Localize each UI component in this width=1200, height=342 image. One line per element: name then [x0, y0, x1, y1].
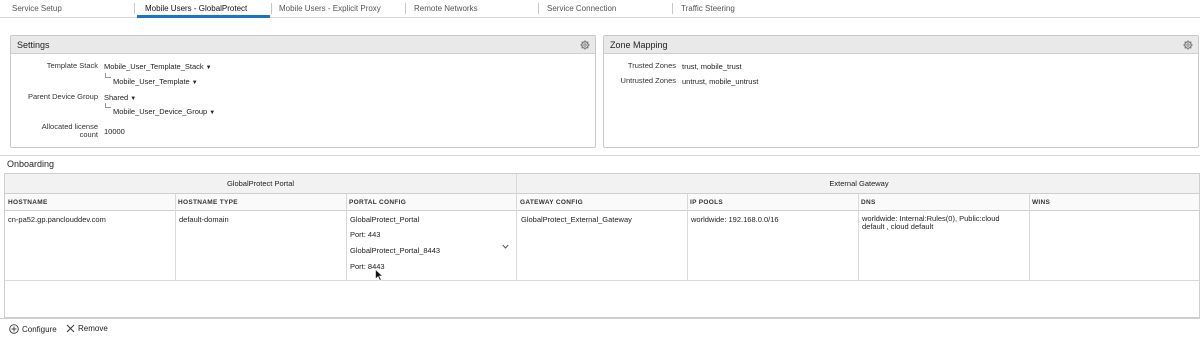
- ip-pools-value: worldwide: 192.168.0.0/16: [691, 215, 779, 224]
- col-portal-config[interactable]: PORTAL CONFIG: [346, 194, 516, 211]
- active-tab-indicator: [137, 15, 270, 18]
- tab-mobile-users-globalprotect[interactable]: Mobile Users - GlobalProtect: [145, 4, 247, 13]
- parent-device-group-value[interactable]: Shared ▼: [104, 93, 136, 102]
- settings-title: Settings: [17, 40, 50, 50]
- untrusted-zones-value: untrust, mobile_untrust: [682, 77, 759, 86]
- group-external-gateway: External Gateway: [829, 179, 889, 188]
- tab-traffic-steering[interactable]: Traffic Steering: [681, 4, 735, 13]
- gear-icon[interactable]: [1183, 40, 1193, 50]
- col-gateway-config[interactable]: GATEWAY CONFIG: [517, 194, 687, 211]
- table-group-header: GlobalProtect Portal External Gateway: [5, 174, 1199, 194]
- table-header: HOSTNAME HOSTNAME TYPE PORTAL CONFIG GAT…: [5, 194, 1199, 211]
- tree-connector: [105, 73, 111, 78]
- untrusted-zones-label: Untrusted Zones: [620, 76, 676, 85]
- settings-panel: Settings Template Stack Mobile_User_Temp…: [10, 35, 596, 148]
- close-icon: [66, 324, 75, 333]
- chevron-down-icon: ▼: [130, 96, 137, 102]
- template-value[interactable]: Mobile_User_Template ▼: [113, 77, 198, 86]
- onboarding-table: GlobalProtect Portal External Gateway HO…: [4, 173, 1200, 318]
- tab-separator: [538, 3, 539, 14]
- trusted-zones-label: Trusted Zones: [627, 61, 676, 70]
- portal-config-link[interactable]: GlobalProtect_Portal: [350, 215, 419, 224]
- tab-separator: [405, 3, 406, 14]
- chevron-down-icon[interactable]: [502, 244, 509, 249]
- tab-bar: Service Setup Mobile Users - GlobalProte…: [0, 0, 1200, 18]
- remove-button[interactable]: Remove: [66, 324, 108, 333]
- col-dns[interactable]: DNS: [858, 194, 1029, 211]
- tree-connector: [105, 103, 111, 108]
- settings-header: Settings: [11, 36, 595, 54]
- zone-mapping-title: Zone Mapping: [610, 40, 668, 50]
- col-ip-pools[interactable]: IP POOLS: [687, 194, 858, 211]
- hostname-type-value: default-domain: [179, 215, 229, 224]
- zone-mapping-panel: Zone Mapping Trusted Zones trust, mobile…: [603, 35, 1199, 148]
- chevron-down-icon: ▼: [205, 65, 212, 71]
- parent-device-group-label: Parent Device Group: [27, 92, 98, 101]
- tab-separator: [134, 3, 135, 14]
- section-divider: [0, 155, 1200, 156]
- allocated-license-value: 10000: [104, 127, 125, 136]
- dns-value: worldwide: Internal:Rules(0), Public:clo…: [862, 214, 1000, 231]
- chevron-down-icon: ▼: [191, 80, 198, 86]
- onboarding-title: Onboarding: [7, 159, 55, 169]
- cursor-icon: [375, 269, 383, 281]
- col-hostname[interactable]: HOSTNAME: [5, 194, 175, 211]
- device-group-value[interactable]: Mobile_User_Device_Group ▼: [113, 107, 215, 116]
- tab-remote-networks[interactable]: Remote Networks: [414, 4, 478, 13]
- col-hostname-type[interactable]: HOSTNAME TYPE: [175, 194, 346, 211]
- allocated-license-label: Allocated license count: [41, 122, 98, 139]
- tab-service-connection[interactable]: Service Connection: [547, 4, 616, 13]
- chevron-down-icon: ▼: [209, 110, 216, 116]
- tab-separator: [271, 3, 272, 14]
- tab-separator: [672, 3, 673, 14]
- zone-mapping-header: Zone Mapping: [604, 36, 1198, 54]
- gateway-config-link[interactable]: GlobalProtect_External_Gateway: [521, 215, 632, 224]
- group-globalprotect-portal: GlobalProtect Portal: [226, 179, 295, 188]
- add-circle-icon: [9, 324, 19, 334]
- table-row[interactable]: cn-pa52.gp.panclouddev.com default-domai…: [5, 211, 1199, 281]
- gear-icon[interactable]: [580, 40, 590, 50]
- footer-toolbar: Configure Remove: [0, 318, 1200, 342]
- configure-button[interactable]: Configure: [9, 324, 57, 334]
- tab-service-setup[interactable]: Service Setup: [12, 4, 62, 13]
- template-stack-label: Template Stack: [46, 61, 98, 70]
- portal-config-link[interactable]: GlobalProtect_Portal_8443: [350, 246, 440, 255]
- col-wins[interactable]: WINS: [1029, 194, 1199, 211]
- tab-mobile-users-explicit-proxy[interactable]: Mobile Users - Explicit Proxy: [279, 4, 381, 13]
- trusted-zones-value: trust, mobile_trust: [682, 62, 742, 71]
- portal-port-value: Port: 443: [350, 230, 381, 239]
- template-stack-value[interactable]: Mobile_User_Template_Stack ▼: [104, 62, 212, 71]
- hostname-link[interactable]: cn-pa52.gp.panclouddev.com: [8, 215, 106, 224]
